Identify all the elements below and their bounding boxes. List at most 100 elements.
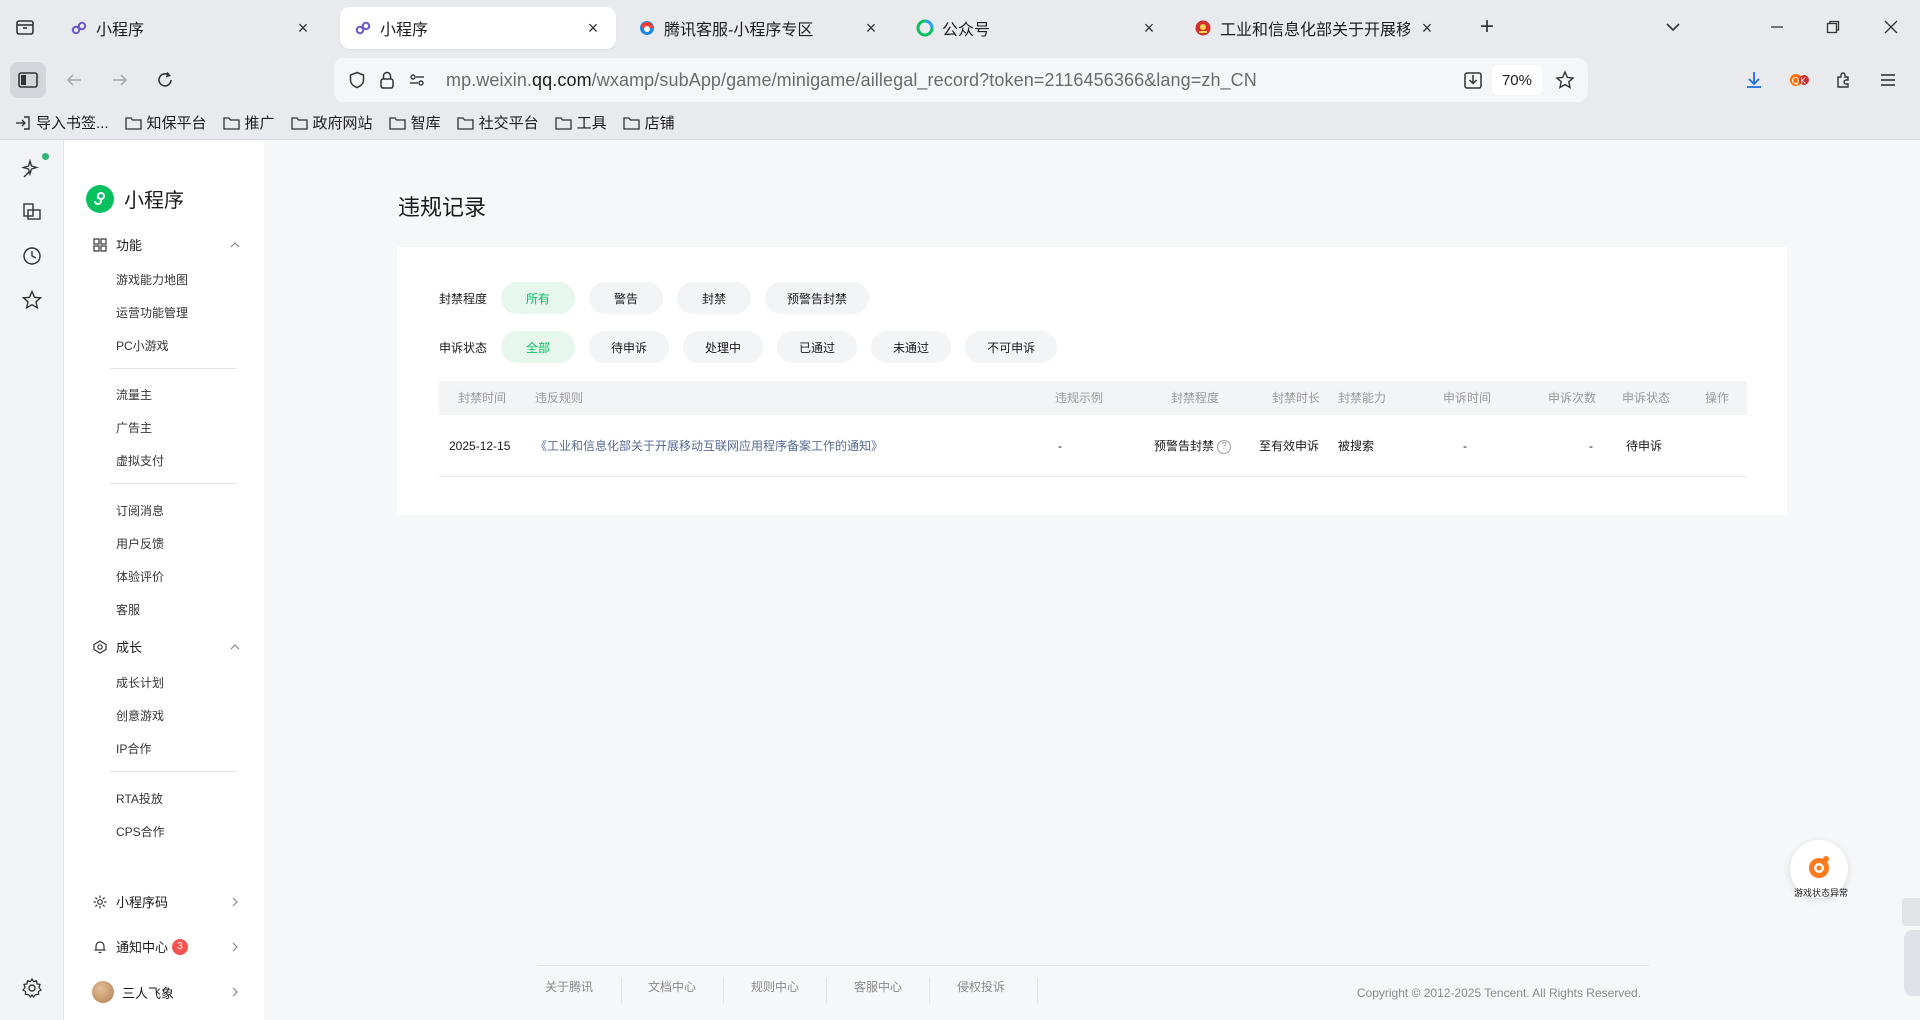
history-clock-icon[interactable] bbox=[20, 244, 44, 268]
shield-icon[interactable] bbox=[342, 65, 372, 95]
reload-icon[interactable] bbox=[147, 62, 183, 98]
downloads-icon[interactable] bbox=[1736, 62, 1772, 98]
chevron-right-icon bbox=[228, 895, 242, 909]
footer-link-service[interactable]: 客服中心 bbox=[854, 978, 902, 995]
tab-official-account[interactable]: 公众号 × bbox=[902, 7, 1172, 49]
nav-item-cps[interactable]: CPS合作 bbox=[116, 823, 165, 840]
nav-item-virtual-pay[interactable]: 虚拟支付 bbox=[116, 452, 164, 469]
permissions-icon[interactable] bbox=[402, 65, 432, 95]
new-tab-button[interactable]: + bbox=[1474, 13, 1500, 40]
address-bar[interactable]: mp.weixin.qq.com/wxamp/subApp/game/minig… bbox=[334, 58, 1588, 102]
bookmark-folder[interactable]: 智库 bbox=[389, 112, 441, 133]
cell-appeal-time: - bbox=[1463, 439, 1467, 453]
favorites-star-icon[interactable] bbox=[20, 288, 44, 312]
restore-button[interactable] bbox=[1818, 12, 1848, 42]
appeal-chip-rejected[interactable]: 未通过 bbox=[871, 331, 952, 363]
col-appeal-status: 申诉状态 bbox=[1622, 391, 1671, 405]
footer-link-about[interactable]: 关于腾讯 bbox=[545, 978, 593, 995]
notification-count-badge: 3 bbox=[172, 938, 189, 955]
save-page-icon[interactable] bbox=[1458, 65, 1488, 95]
tab-miniprogram-1[interactable]: 小程序 × bbox=[56, 7, 326, 49]
bookmark-folder[interactable]: 知保平台 bbox=[125, 112, 207, 133]
menu-icon[interactable] bbox=[1870, 62, 1906, 98]
nav-item-creative-game[interactable]: 创意游戏 bbox=[116, 707, 164, 724]
severity-chip-prewarning-ban[interactable]: 预警告封禁 bbox=[765, 282, 870, 314]
nav-group-notifications[interactable]: 通知中心 3 bbox=[92, 937, 242, 956]
appeal-chip-pending[interactable]: 待申诉 bbox=[589, 331, 670, 363]
wechat-official-icon bbox=[916, 19, 934, 37]
lock-icon[interactable] bbox=[372, 65, 402, 95]
nav-item-ops-management[interactable]: 运营功能管理 bbox=[116, 304, 188, 321]
close-icon[interactable]: × bbox=[584, 18, 602, 38]
ai-sparkle-icon[interactable] bbox=[20, 156, 44, 180]
browser-side-rail bbox=[0, 140, 64, 1020]
bookmark-folder[interactable]: 推广 bbox=[223, 112, 275, 133]
nav-item-ip-cooperation[interactable]: IP合作 bbox=[116, 740, 151, 757]
appeal-chip-approved[interactable]: 已通过 bbox=[777, 331, 858, 363]
close-icon[interactable]: × bbox=[862, 18, 880, 38]
folder-icon bbox=[555, 115, 573, 131]
appeal-chip-all[interactable]: 全部 bbox=[501, 331, 575, 363]
extension-qk-icon[interactable]: QK bbox=[1781, 62, 1817, 98]
col-rule: 违反规则 bbox=[535, 391, 584, 405]
footer-link-docs[interactable]: 文档中心 bbox=[648, 978, 696, 995]
nav-item-subscribe-msg[interactable]: 订阅消息 bbox=[116, 502, 164, 519]
cell-rule-link[interactable]: 《工业和信息化部关于开展移动互联网应用程序备案工作的通知》 bbox=[535, 415, 883, 477]
bookmark-folder[interactable]: 政府网站 bbox=[291, 112, 373, 133]
folder-icon bbox=[457, 115, 475, 131]
nav-item-experience-rating[interactable]: 体验评价 bbox=[116, 568, 164, 585]
close-window-button[interactable] bbox=[1876, 12, 1906, 42]
nav-user-account[interactable]: 三人飞象 bbox=[92, 981, 242, 1003]
tab-miniprogram-2[interactable]: 小程序 × bbox=[340, 7, 616, 49]
nav-item-game-ability-map[interactable]: 游戏能力地图 bbox=[116, 271, 188, 288]
nav-item-rta[interactable]: RTA投放 bbox=[116, 790, 163, 807]
zoom-level-badge[interactable]: 70% bbox=[1491, 65, 1542, 95]
tab-title: 小程序 bbox=[96, 22, 145, 39]
bookmark-star-icon[interactable] bbox=[1550, 65, 1580, 95]
nav-item-traffic-owner[interactable]: 流量主 bbox=[116, 386, 152, 403]
back-arrow-icon[interactable] bbox=[56, 62, 92, 98]
bookmark-folder[interactable]: 社交平台 bbox=[457, 112, 539, 133]
extensions-puzzle-icon[interactable] bbox=[1826, 62, 1862, 98]
nav-item-advertiser[interactable]: 广告主 bbox=[116, 419, 152, 436]
close-icon[interactable]: × bbox=[1418, 18, 1436, 38]
bookmark-label: 政府网站 bbox=[312, 115, 373, 132]
svg-text:K: K bbox=[1801, 77, 1807, 86]
minimize-button[interactable] bbox=[1762, 12, 1792, 42]
tab-overview-icon[interactable] bbox=[12, 14, 38, 40]
avatar bbox=[92, 981, 114, 1003]
nav-item-pc-minigame[interactable]: PC小游戏 bbox=[116, 337, 169, 354]
appeal-chip-processing[interactable]: 处理中 bbox=[683, 331, 764, 363]
bell-icon bbox=[92, 939, 108, 955]
chevron-down-icon[interactable] bbox=[1660, 14, 1686, 40]
tab-miit-notice[interactable]: 工业和信息化部关于开展移动互 × bbox=[1180, 7, 1450, 49]
nav-item-customer-service[interactable]: 客服 bbox=[116, 601, 140, 618]
app-logo[interactable]: 小程序 bbox=[86, 184, 184, 213]
tab-tencent-service[interactable]: 腾讯客服-小程序专区 × bbox=[624, 7, 894, 49]
forward-arrow-icon[interactable] bbox=[102, 62, 138, 98]
help-question-icon[interactable]: ? bbox=[1217, 439, 1232, 454]
nav-item-user-feedback[interactable]: 用户反馈 bbox=[116, 535, 164, 552]
footer-link-infringement[interactable]: 侵权投诉 bbox=[957, 978, 1005, 995]
nav-group-growth[interactable]: 成长 bbox=[92, 637, 242, 656]
edge-panel-handle[interactable] bbox=[1902, 898, 1920, 926]
bookmark-folder[interactable]: 工具 bbox=[555, 112, 607, 133]
nav-group-qrcode[interactable]: 小程序码 bbox=[92, 892, 242, 911]
nav-group-function[interactable]: 功能 bbox=[92, 235, 242, 254]
settings-gear-icon[interactable] bbox=[20, 976, 44, 1000]
severity-chip-all[interactable]: 所有 bbox=[501, 282, 575, 314]
library-icon[interactable] bbox=[20, 200, 44, 224]
folder-icon bbox=[389, 115, 407, 131]
nav-item-growth-plan[interactable]: 成长计划 bbox=[116, 674, 164, 691]
notification-dot bbox=[42, 153, 49, 160]
bookmark-import[interactable]: 导入书签... bbox=[14, 112, 109, 133]
bookmark-folder[interactable]: 店铺 bbox=[623, 112, 675, 133]
appeal-chip-not-appealable[interactable]: 不可申诉 bbox=[965, 331, 1058, 363]
close-icon[interactable]: × bbox=[294, 18, 312, 38]
close-icon[interactable]: × bbox=[1140, 18, 1158, 38]
sidebar-toggle-button[interactable] bbox=[10, 62, 46, 98]
bookmark-label: 导入书签... bbox=[36, 115, 109, 132]
footer-link-rules[interactable]: 规则中心 bbox=[751, 978, 799, 995]
severity-chip-warning[interactable]: 警告 bbox=[589, 282, 663, 314]
severity-chip-ban[interactable]: 封禁 bbox=[677, 282, 751, 314]
